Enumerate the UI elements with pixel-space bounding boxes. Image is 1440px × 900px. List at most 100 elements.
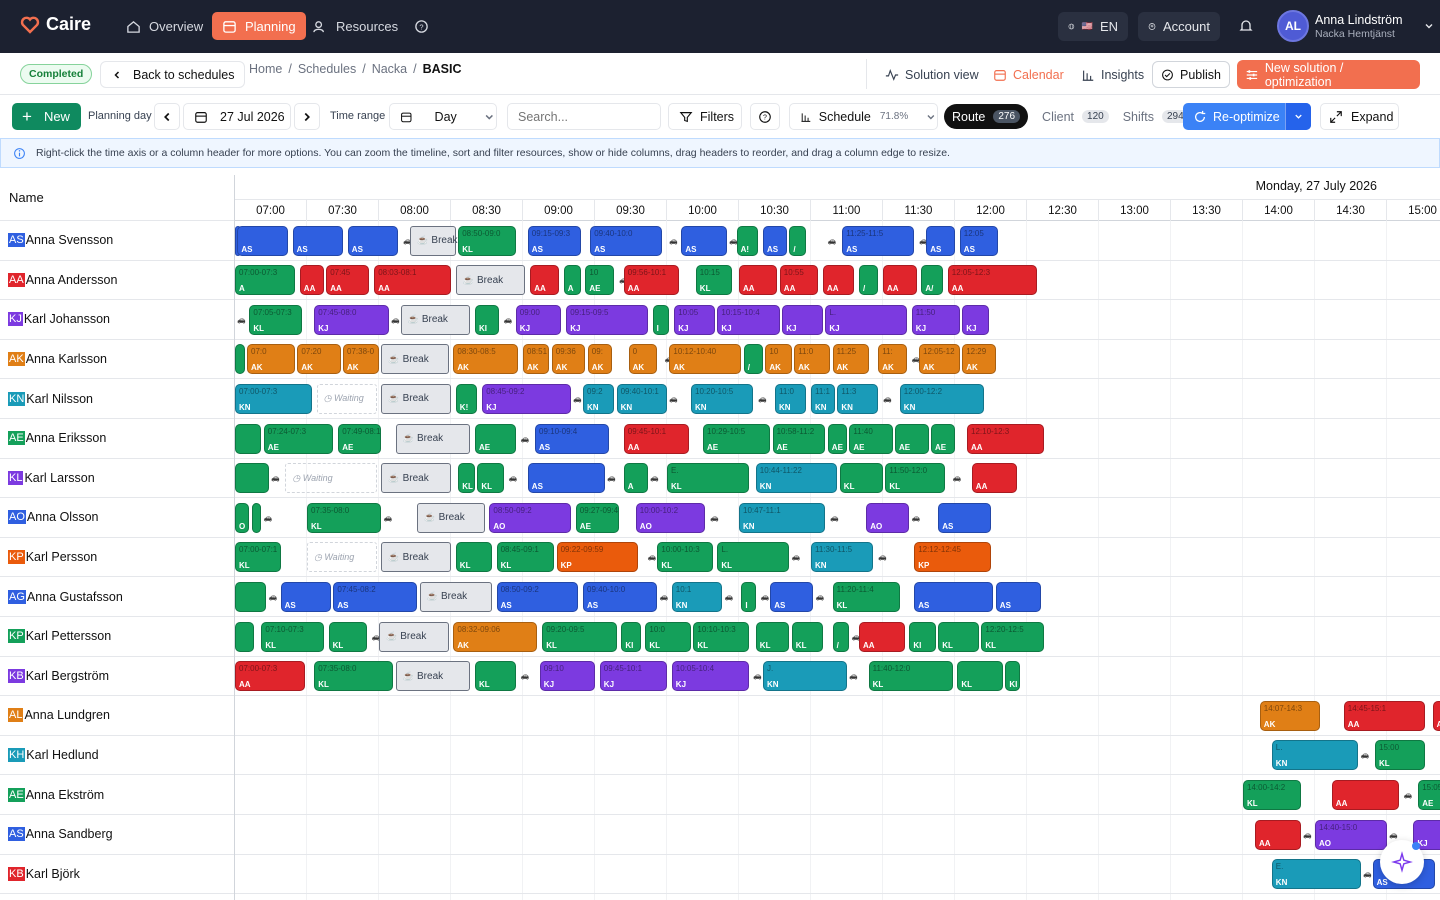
resource-row[interactable]: AS Anna Sandberg bbox=[0, 815, 234, 855]
visit-block[interactable]: L. KL bbox=[717, 542, 790, 573]
time-axis[interactable]: 07:00 07:30 08:00 08:30 09:00 09:30 10:00 10:30… bbox=[235, 199, 1440, 222]
visit-block[interactable]: 09:10 KJ bbox=[539, 661, 595, 692]
visit-block[interactable]: 09:2 KN bbox=[583, 383, 615, 414]
new-button[interactable]: + New bbox=[12, 103, 81, 130]
resource-row[interactable]: AA Anna Andersson bbox=[0, 261, 234, 301]
visit-block[interactable]: 09:22-09:59 KP bbox=[556, 542, 639, 573]
visit-block[interactable]: 07:00-07:3 AA bbox=[235, 661, 305, 692]
visit-block[interactable] bbox=[235, 621, 255, 652]
resource-row[interactable]: KB Karl Bergström bbox=[0, 657, 234, 697]
route-tab[interactable]: Route 276 bbox=[944, 104, 1029, 129]
visit-block[interactable]: AE bbox=[827, 423, 847, 454]
visit-block[interactable]: 10:20-10:5 KN bbox=[691, 383, 754, 414]
time-tick[interactable]: 08:30 bbox=[451, 200, 523, 222]
visit-block[interactable]: 09: AK bbox=[587, 344, 612, 375]
visit-block[interactable]: AA bbox=[859, 621, 905, 652]
visit-block[interactable]: 11:40 AE bbox=[849, 423, 893, 454]
nav-resources[interactable]: Resources bbox=[303, 12, 408, 40]
time-tick[interactable]: 12:00 bbox=[955, 200, 1027, 222]
visit-block[interactable]: AE bbox=[931, 423, 955, 454]
visit-block[interactable]: 07:38-0 AK bbox=[343, 344, 379, 375]
time-tick[interactable]: 14:30 bbox=[1315, 200, 1387, 222]
visit-block[interactable]: AS bbox=[347, 225, 399, 256]
visit-block[interactable]: L. KJ bbox=[825, 304, 907, 335]
visit-block[interactable]: 12:10-12:3 AA bbox=[967, 423, 1044, 454]
visit-block[interactable]: KL bbox=[477, 463, 504, 494]
visit-block[interactable]: AS bbox=[938, 502, 991, 533]
resource-row[interactable]: KL Karl Larsson bbox=[0, 459, 234, 499]
insights-button[interactable]: Insights bbox=[1073, 61, 1152, 88]
next-day-button[interactable] bbox=[294, 103, 320, 130]
visit-block[interactable]: / bbox=[832, 621, 850, 652]
resource-row[interactable]: AO Anna Olsson bbox=[0, 498, 234, 538]
time-tick[interactable]: 11:00 bbox=[811, 200, 883, 222]
break-block[interactable]: ☕ Break bbox=[455, 265, 526, 296]
visit-block[interactable]: 10:29-10:5 AE bbox=[703, 423, 771, 454]
visit-block[interactable]: 10:58-11:2 AE bbox=[772, 423, 826, 454]
visit-block[interactable]: AS bbox=[681, 225, 727, 256]
visit-block[interactable]: KI bbox=[475, 304, 499, 335]
visit-block[interactable]: AS bbox=[292, 225, 343, 256]
visit-block[interactable]: AA bbox=[971, 463, 1018, 494]
visit-block[interactable]: AE bbox=[475, 423, 516, 454]
visit-block[interactable]: / bbox=[859, 265, 879, 296]
visit-block[interactable]: 09:27-09:4 AE bbox=[575, 502, 619, 533]
time-tick[interactable]: 09:00 bbox=[523, 200, 595, 222]
time-tick[interactable]: 11:30 bbox=[883, 200, 955, 222]
visit-block[interactable]: AS bbox=[527, 463, 605, 494]
ai-assistant-button[interactable] bbox=[1380, 840, 1424, 884]
resource-row[interactable]: KH Karl Hedlund bbox=[0, 736, 234, 776]
visit-block[interactable]: 10:05 KJ bbox=[674, 304, 715, 335]
resource-row[interactable]: AL Anna Lundgren bbox=[0, 696, 234, 736]
resource-row[interactable]: AG Anna Gustafsson bbox=[0, 577, 234, 617]
visit-block[interactable]: AE bbox=[895, 423, 929, 454]
visit-block[interactable]: 09:00 KJ bbox=[515, 304, 562, 335]
visit-block[interactable]: KI bbox=[621, 621, 641, 652]
visit-block[interactable]: AS bbox=[280, 581, 331, 612]
time-tick[interactable]: 09:30 bbox=[595, 200, 667, 222]
visit-block[interactable]: AA bbox=[299, 265, 324, 296]
visit-block[interactable]: 0 AK bbox=[628, 344, 658, 375]
time-tick[interactable]: 10:00 bbox=[667, 200, 739, 222]
visit-block[interactable]: AA bbox=[739, 265, 778, 296]
visit-block[interactable]: KL bbox=[328, 621, 367, 652]
time-tick[interactable]: 10:30 bbox=[739, 200, 811, 222]
visit-block[interactable]: KJ bbox=[782, 304, 823, 335]
visit-block[interactable]: 08:50-09:0 KL bbox=[458, 225, 516, 256]
account-button[interactable]: Account bbox=[1138, 12, 1220, 41]
visit-block[interactable]: 07:00-07:3 A bbox=[235, 265, 295, 296]
reoptimize-button[interactable]: Re-optimize bbox=[1183, 103, 1311, 130]
visit-block[interactable]: 07:05-07:3 KL bbox=[249, 304, 303, 335]
visit-block[interactable] bbox=[235, 463, 269, 494]
visit-block[interactable]: 11:50-12:0 KL bbox=[885, 463, 946, 494]
visit-block[interactable]: A/ bbox=[921, 265, 943, 296]
waiting-block[interactable]: ◷ Waiting bbox=[307, 542, 377, 573]
resource-row[interactable]: KP Karl Persson bbox=[0, 538, 234, 578]
visit-block[interactable]: 10:15 KL bbox=[695, 265, 732, 296]
visit-block[interactable]: 12:00-12:2 KN bbox=[899, 383, 984, 414]
waiting-block[interactable]: ◷ Waiting bbox=[316, 383, 377, 414]
calendar-view-button[interactable]: Calendar bbox=[985, 61, 1072, 88]
expand-button[interactable]: Expand bbox=[1320, 103, 1399, 130]
visit-block[interactable]: 08:32-09:06 AK bbox=[453, 621, 538, 652]
visit-block[interactable] bbox=[235, 423, 262, 454]
visit-block[interactable]: 10:55 AA bbox=[779, 265, 819, 296]
user-menu[interactable]: AL Anna Lindström Nacka Hemtjänst bbox=[1277, 10, 1435, 42]
visit-block[interactable]: 11:1 KN bbox=[811, 383, 835, 414]
break-block[interactable]: ☕ Break bbox=[381, 383, 451, 414]
waiting-block[interactable]: ◷ Waiting bbox=[285, 463, 377, 494]
time-tick[interactable]: 12:30 bbox=[1027, 200, 1099, 222]
visit-block[interactable]: KL bbox=[455, 542, 492, 573]
visit-block[interactable]: 14:00-14:2 KL bbox=[1243, 779, 1301, 810]
break-block[interactable]: ☕ Break bbox=[381, 542, 451, 573]
break-block[interactable]: ☕ Break bbox=[395, 423, 471, 454]
search-input[interactable] bbox=[507, 103, 661, 130]
visit-block[interactable]: 11:3 KN bbox=[837, 383, 879, 414]
visit-block[interactable]: AS bbox=[914, 581, 994, 612]
resource-row[interactable]: AE Anna Eriksson bbox=[0, 419, 234, 459]
visit-block[interactable]: O bbox=[235, 502, 250, 533]
visit-block[interactable]: 09:40-10:0 AS bbox=[583, 581, 658, 612]
visit-block[interactable]: 11:30-11:5 KN bbox=[811, 542, 874, 573]
visit-block[interactable]: 10 AK bbox=[765, 344, 792, 375]
break-block[interactable]: ☕ Break bbox=[381, 463, 451, 494]
